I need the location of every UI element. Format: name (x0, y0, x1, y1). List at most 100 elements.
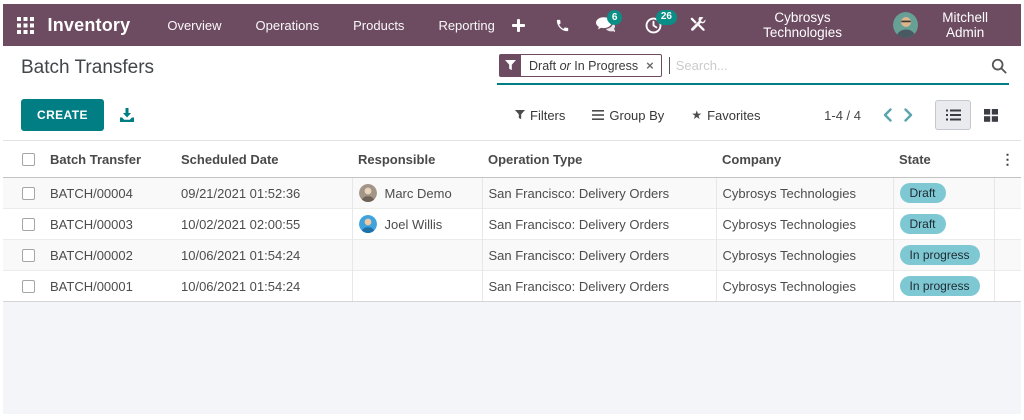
facet-or: or (559, 58, 571, 73)
cell-operation-type[interactable]: San Francisco: Delivery Orders (481, 270, 716, 302)
create-button[interactable]: CREATE (21, 99, 104, 131)
kanban-view-button[interactable] (973, 100, 1009, 130)
control-panel-top: Batch Transfers Draft or In Progress × (3, 46, 1021, 90)
cell-operation-type[interactable]: San Francisco: Delivery Orders (481, 177, 716, 209)
search-icon (991, 58, 1007, 74)
cell-company[interactable]: Cybrosys Technologies (715, 270, 893, 302)
filters-label: Filters (530, 107, 566, 123)
pager: 1-4 / 4 (824, 100, 1009, 130)
filters-button[interactable]: Filters (515, 108, 565, 123)
facet-label: Draft or In Progress (521, 55, 642, 76)
company-switcher[interactable]: Cybrosys Technologies (736, 10, 869, 40)
quick-create-button[interactable] (511, 18, 525, 32)
top-navbar: Inventory Overview Operations Products R… (3, 4, 1021, 46)
view-switcher (935, 100, 1009, 130)
batch-transfers-table: Batch Transfer Scheduled Date Responsibl… (3, 140, 1021, 302)
cell-company[interactable]: Cybrosys Technologies (715, 208, 893, 240)
apps-grid-icon (17, 16, 35, 34)
cell-responsible[interactable]: Joel Willis (351, 208, 482, 240)
cell-scheduled-date[interactable]: 09/21/2021 01:52:36 (175, 178, 352, 209)
activities-button[interactable]: 26 (645, 9, 677, 34)
row-checkbox[interactable] (22, 248, 35, 262)
cell-state[interactable]: In progress (892, 270, 994, 302)
phone-button[interactable] (555, 18, 570, 33)
facet-remove-icon[interactable]: × (642, 55, 661, 76)
responsible-avatar (358, 215, 377, 233)
user-menu[interactable]: Mitchell Admin (893, 10, 1007, 40)
search-bar: Draft or In Progress × (497, 51, 1009, 85)
table-row[interactable]: BATCH/00001 10/06/2021 01:54:24 San Fran… (3, 270, 1021, 302)
optional-columns-icon[interactable]: ⋮ (1000, 151, 1015, 168)
search-facet: Draft or In Progress × (499, 54, 662, 77)
cell-company[interactable]: Cybrosys Technologies (715, 239, 893, 271)
cell-responsible[interactable] (351, 270, 482, 302)
search-options: Filters Group By ★ Favorites (515, 108, 761, 123)
responsible-name: Joel Willis (384, 216, 443, 232)
cell-responsible[interactable] (351, 239, 482, 271)
cell-state[interactable]: Draft (892, 208, 994, 240)
pager-previous-button[interactable] (877, 108, 898, 122)
menu-overview[interactable]: Overview (150, 4, 238, 46)
header-batch-transfer[interactable]: Batch Transfer (44, 140, 175, 178)
star-icon: ★ (691, 108, 703, 122)
table-row[interactable]: BATCH/00003 10/02/2021 02:00:55 Joel Wil… (3, 208, 1021, 240)
table-row[interactable]: BATCH/00002 10/06/2021 01:54:24 San Fran… (3, 239, 1021, 271)
cell-name[interactable]: BATCH/00002 (44, 239, 175, 271)
header-state[interactable]: State (893, 140, 994, 178)
favorites-button[interactable]: ★ Favorites (691, 108, 760, 123)
cell-operation-type[interactable]: San Francisco: Delivery Orders (481, 239, 716, 271)
filters-funnel-icon (515, 110, 525, 120)
kanban-view-icon (984, 108, 998, 122)
facet-value-2: In Progress (574, 58, 639, 73)
plus-icon (511, 18, 525, 32)
header-operation-type[interactable]: Operation Type (482, 140, 716, 178)
row-checkbox[interactable] (22, 217, 35, 231)
facet-filter-icon (500, 55, 521, 76)
select-all-checkbox[interactable] (22, 152, 35, 166)
menu-operations[interactable]: Operations (239, 4, 337, 46)
row-checkbox[interactable] (22, 279, 35, 293)
group-by-button[interactable]: Group By (592, 108, 664, 123)
pager-next-button[interactable] (898, 108, 919, 122)
messages-badge: 6 (606, 10, 623, 25)
cell-operation-type[interactable]: San Francisco: Delivery Orders (481, 208, 716, 240)
apps-menu-button[interactable] (13, 12, 39, 38)
favorites-label: Favorites (707, 107, 761, 123)
chevron-right-icon (904, 108, 913, 122)
search-input[interactable] (669, 58, 991, 73)
menu-reporting[interactable]: Reporting (421, 4, 511, 46)
messages-button[interactable]: 6 (595, 10, 623, 33)
cell-state[interactable]: In progress (892, 239, 994, 271)
user-avatar (893, 12, 919, 38)
table-header-row: Batch Transfer Scheduled Date Responsibl… (3, 140, 1021, 178)
row-checkbox[interactable] (22, 186, 35, 200)
page-title: Batch Transfers (21, 57, 155, 78)
header-company[interactable]: Company (716, 140, 893, 178)
menu-products[interactable]: Products (336, 4, 421, 46)
main-menu: Overview Operations Products Reporting (150, 4, 511, 46)
state-badge: In progress (899, 276, 980, 296)
cell-company[interactable]: Cybrosys Technologies (715, 177, 893, 209)
facet-value-1: Draft (529, 58, 557, 73)
header-responsible[interactable]: Responsible (352, 140, 482, 178)
debug-tools-button[interactable] (690, 17, 706, 33)
cell-state[interactable]: Draft (892, 177, 994, 209)
search-submit-button[interactable] (991, 58, 1007, 74)
list-view-button[interactable] (935, 100, 971, 130)
export-button[interactable] (119, 107, 135, 123)
cell-responsible[interactable]: Marc Demo (351, 177, 482, 209)
cell-name[interactable]: BATCH/00001 (44, 270, 175, 302)
cell-name[interactable]: BATCH/00004 (44, 178, 175, 209)
cell-name[interactable]: BATCH/00003 (44, 208, 175, 240)
group-by-label: Group By (609, 107, 665, 123)
header-scheduled-date[interactable]: Scheduled Date (175, 140, 352, 178)
user-name: Mitchell Admin (942, 10, 989, 40)
content-background (3, 302, 1021, 414)
cell-scheduled-date[interactable]: 10/06/2021 01:54:24 (175, 239, 352, 271)
table-row[interactable]: BATCH/00004 09/21/2021 01:52:36 Marc Dem… (3, 177, 1021, 209)
cell-scheduled-date[interactable]: 10/02/2021 02:00:55 (175, 208, 352, 240)
app-window: Inventory Overview Operations Products R… (0, 0, 1024, 420)
cell-scheduled-date[interactable]: 10/06/2021 01:54:24 (175, 270, 352, 302)
app-name[interactable]: Inventory (48, 15, 131, 36)
navbar-systray: 6 26 Cybrosys Technologies Mitchell Admi… (511, 9, 1007, 40)
